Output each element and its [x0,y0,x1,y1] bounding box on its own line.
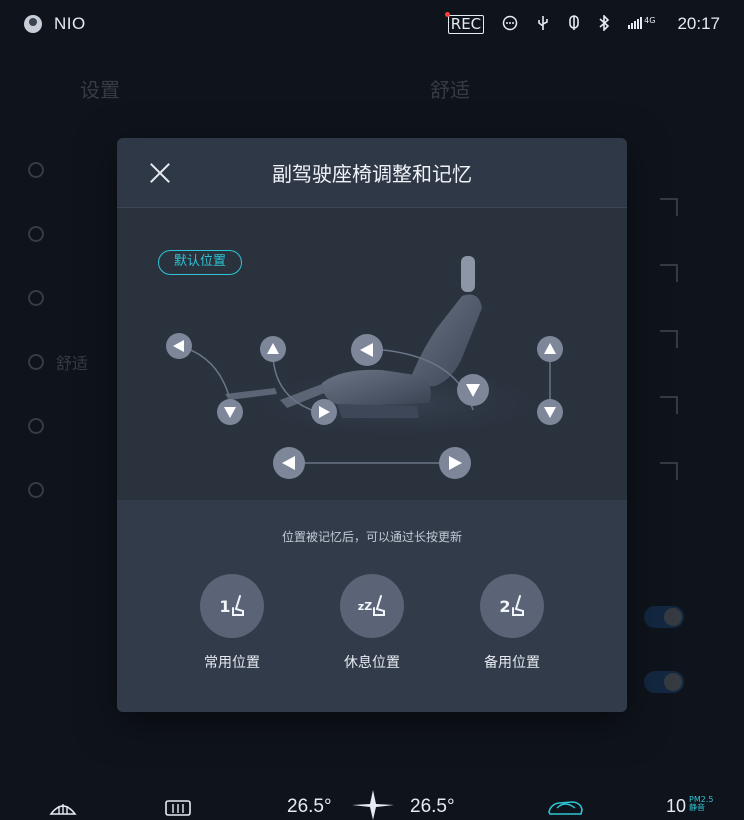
backrest-back-button[interactable] [457,374,489,406]
memory-position-2-label: 备用位置 [484,655,540,671]
bluetooth-icon [598,13,610,34]
signal-type: 4G [644,15,656,25]
seat-memory-2-icon: 2 [480,574,544,638]
cushion-tilt-down-button[interactable] [311,399,337,425]
front-defrost-icon[interactable] [48,796,78,820]
backrest-forward-button[interactable] [351,334,383,366]
bg-toggle [644,606,684,628]
bg-comfort-title: 舒适 [430,78,470,102]
lock-icon [28,226,44,242]
bg-toggle [644,671,684,693]
seat-headrest [461,256,475,292]
bg-expand-icons [660,198,684,528]
user-avatar[interactable] [24,15,42,33]
usb-icon [536,15,550,34]
seat-memory-1-icon: 1 [200,574,264,638]
seat-cushion [322,369,431,406]
right-temperature[interactable]: 26.5° [410,796,455,818]
rec-camera-icon: REC [444,11,485,34]
memory-position-1-label: 常用位置 [204,655,260,671]
status-bar: NIO REC 4G 20:17 [0,0,744,48]
seat-adjust-dialog: 副驾驶座椅调整和记忆 默认位置 位置被记忆后，可以通过长按更新 1 常用位置 z… [117,138,627,712]
pm25-indicator[interactable]: 10 PM2.5 静音 [666,796,713,817]
signal-icon: 4G [628,15,656,32]
seat-memory-rest-icon: zZ [340,574,404,638]
seat-height-down-button[interactable] [537,399,563,425]
status-icons: REC 4G 20:17 [444,11,720,34]
settings-icon [28,482,44,498]
pm25-status: 静音 [689,803,706,812]
seat-slide-forward-button[interactable] [273,447,305,479]
seat-icon [373,595,386,616]
memory-position-1-button[interactable]: 1 常用位置 [192,574,272,672]
dialog-header: 副驾驶座椅调整和记忆 [117,138,627,208]
legrest-up-button[interactable] [166,333,192,359]
seat-memory-area: 位置被记忆后，可以通过长按更新 1 常用位置 zZ 休息位置 2 备用位置 [117,500,627,712]
fan-icon[interactable] [350,790,396,820]
seat-adjust-area: 默认位置 [117,208,627,500]
memory-position-2-button[interactable]: 2 备用位置 [472,574,552,672]
seat-icon [511,595,524,616]
memory-position-rest-label: 休息位置 [344,655,400,671]
bg-settings-title: 设置 [80,78,120,102]
air-circulation-icon[interactable] [545,796,585,820]
seat-slide-back-button[interactable] [439,447,471,479]
face-icon [28,418,44,434]
left-temperature[interactable]: 26.5° [287,796,332,818]
dialog-title: 副驾驶座椅调整和记忆 [272,162,472,186]
seat-icon [231,595,244,616]
comfort-icon [28,354,44,370]
clock: 20:17 [677,14,720,33]
climate-bar: 26.5° 26.5° 10 PM2.5 静音 [0,788,744,820]
lock-icon [28,162,44,178]
car-icon [28,290,44,306]
seat-base [337,404,419,418]
pm25-value: 10 [666,796,687,816]
seat-height-up-button[interactable] [537,336,563,362]
brand-name: NIO [54,14,86,33]
message-icon [502,15,518,34]
rear-defrost-icon[interactable] [163,796,193,820]
cushion-tilt-up-button[interactable] [260,336,286,362]
legrest-down-button[interactable] [217,399,243,425]
memory-position-rest-button[interactable]: zZ 休息位置 [332,574,412,672]
seat-diagram [166,256,567,479]
memory-hint: 位置被记忆后，可以通过长按更新 [281,530,462,544]
location-icon [568,14,580,34]
